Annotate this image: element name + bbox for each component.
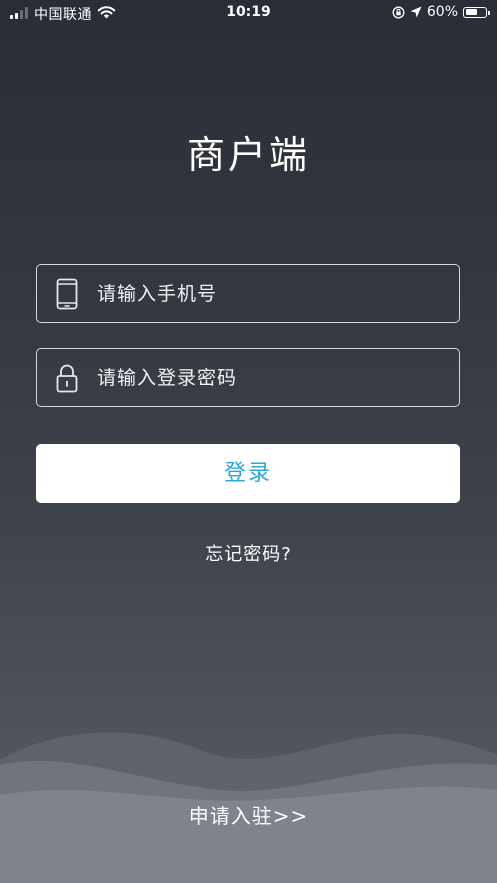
lock-icon (37, 363, 97, 393)
battery-percent: 60% (426, 4, 458, 20)
phone-icon (37, 278, 97, 310)
page-title: 商户端 (186, 133, 310, 177)
apply-to-join-link[interactable]: 申请入驻>> (0, 800, 497, 829)
login-screen: 中国联通 10:19 60% 商户端 请输入手机号 登录 忘记密码? 申请入驻>… (0, 0, 497, 883)
status-bar: 中国联通 10:19 60% (0, 0, 497, 26)
battery-icon (463, 6, 490, 18)
orientation-lock-icon (392, 6, 405, 18)
forgot-password-link[interactable]: 忘记密码? (0, 540, 497, 566)
location-arrow-icon (410, 6, 422, 18)
password-input[interactable] (97, 366, 459, 389)
login-button[interactable]: 登录 (36, 444, 460, 503)
phone-input[interactable] (97, 282, 459, 305)
status-right-group: 60% (392, 4, 490, 20)
battery-level (465, 9, 477, 15)
phone-field[interactable] (36, 264, 460, 323)
password-field[interactable] (36, 348, 460, 407)
